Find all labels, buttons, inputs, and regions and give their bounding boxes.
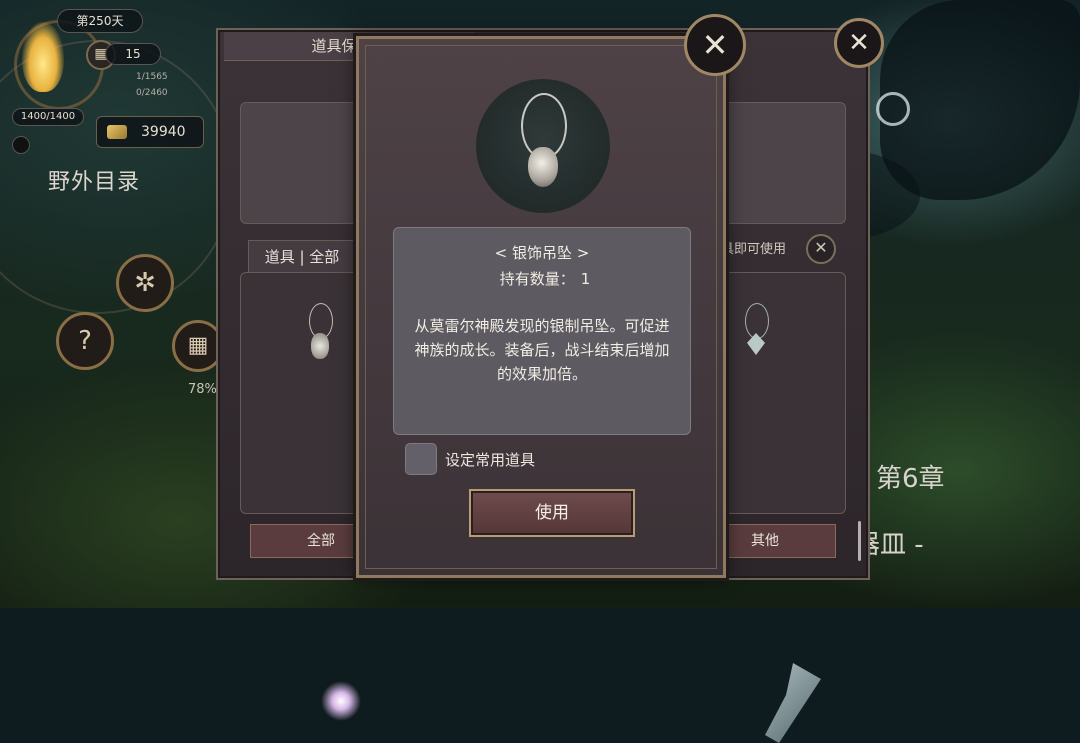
- item-quantity: 持有数量： 1: [394, 268, 690, 289]
- close-icon[interactable]: ✕: [806, 234, 836, 264]
- silver-pendant-icon: [528, 147, 558, 187]
- stat-line-1: 1/1565: [136, 72, 168, 82]
- blade-item[interactable]: [765, 663, 821, 743]
- gear-icon[interactable]: ✲: [116, 254, 174, 312]
- pendant-item[interactable]: [731, 299, 781, 369]
- progress-percent: 78%: [188, 382, 217, 397]
- favorite-item-checkbox[interactable]: [405, 443, 437, 475]
- glowing-orb-item[interactable]: [321, 681, 361, 721]
- item-portrait: [476, 79, 610, 213]
- silver-pendant-item[interactable]: [295, 299, 345, 369]
- gold-value: 39940: [141, 124, 186, 140]
- item-name: < 银饰吊坠 >: [494, 244, 590, 262]
- close-icon[interactable]: ✕: [684, 14, 746, 76]
- use-button[interactable]: 使用: [469, 489, 635, 537]
- field-catalog-title[interactable]: 野外目录: [48, 164, 140, 196]
- item-detail-dialog: < 银饰吊坠 > 持有数量： 1 从莫雷尔神殿发现的银制吊坠。可促进神族的成长。装…: [356, 36, 726, 578]
- favorite-item-label[interactable]: 设定常用道具: [445, 449, 535, 470]
- day-counter: 第250天: [57, 9, 143, 33]
- item-description: 从莫雷尔神殿发现的银制吊坠。可促进神族的成长。装备后，战斗结束后增加的效果加倍。: [414, 317, 670, 383]
- tab-items-all[interactable]: 道具 | 全部: [248, 240, 356, 273]
- chapter-label: 第6章: [876, 464, 945, 494]
- gold-counter: 39940: [96, 116, 204, 148]
- flame-icon: [22, 22, 64, 92]
- quantity-value: 1: [580, 270, 591, 288]
- close-icon[interactable]: ✕: [834, 18, 884, 68]
- gold-coin-icon: [107, 125, 127, 139]
- hp-readout: 1400/1400: [12, 108, 84, 126]
- scrollbar[interactable]: [858, 521, 861, 561]
- quantity-label: 持有数量：: [499, 270, 575, 288]
- stat-line-2: 0/2460: [136, 88, 168, 98]
- hud-dot: [12, 136, 30, 154]
- calendar-count: 15: [105, 43, 161, 65]
- question-icon[interactable]: ?: [56, 312, 114, 370]
- item-description-box: < 银饰吊坠 > 持有数量： 1 从莫雷尔神殿发现的银制吊坠。可促进神族的成长。装…: [393, 227, 691, 435]
- map-target-icon[interactable]: [876, 92, 910, 126]
